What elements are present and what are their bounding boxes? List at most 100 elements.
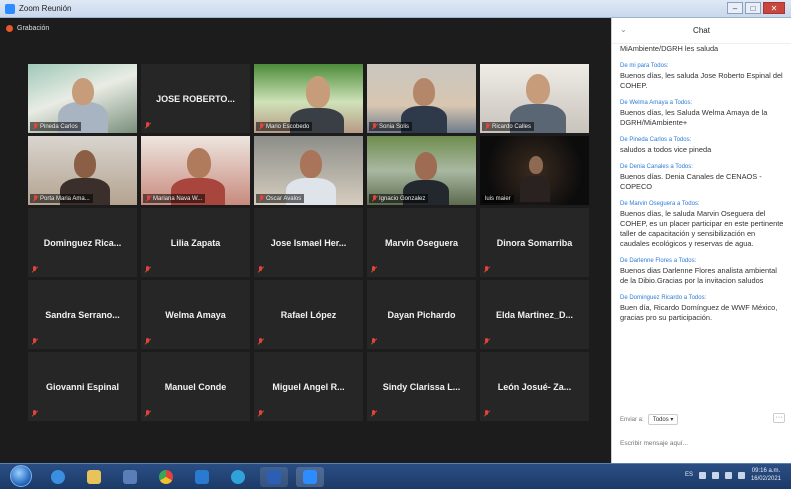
participant-tile[interactable]: Rafael López bbox=[254, 280, 363, 349]
close-button[interactable]: ✕ bbox=[763, 2, 785, 14]
muted-mic-icon bbox=[146, 195, 151, 202]
start-orb[interactable] bbox=[10, 465, 32, 487]
chat-message-input[interactable] bbox=[620, 430, 785, 456]
participant-tile[interactable]: Sonia Solis bbox=[367, 64, 476, 133]
muted-mic-icon bbox=[371, 410, 376, 417]
message-text: Buenos dias Darlenne Flores analista amb… bbox=[620, 266, 777, 285]
message-text: Buenos días, le saluda Marvin Oseguera d… bbox=[620, 209, 784, 248]
edge-icon[interactable] bbox=[224, 467, 252, 487]
message-sender[interactable]: De Denia Canales a Todos: bbox=[620, 162, 785, 172]
muted-mic-icon bbox=[259, 123, 264, 130]
muted-mic-icon bbox=[484, 410, 489, 417]
message-sender[interactable]: De Pineda Carlos a Todos: bbox=[620, 135, 785, 145]
chat-message: De Denia Canales a Todos: Buenos días. D… bbox=[620, 162, 785, 192]
message-sender[interactable]: De Dominguez Ricardo a Todos: bbox=[620, 293, 785, 303]
more-options-button[interactable]: ··· bbox=[773, 413, 785, 423]
participant-tile[interactable]: Pineda Carlos bbox=[28, 64, 137, 133]
message-sender[interactable]: De Marvin Oseguera a Todos: bbox=[620, 199, 785, 209]
recording-indicator[interactable]: Grabación bbox=[6, 25, 49, 32]
muted-mic-icon bbox=[485, 123, 490, 130]
participant-tile[interactable]: Sandra Serrano... bbox=[28, 280, 137, 349]
chevron-down-icon[interactable]: ⌄ bbox=[620, 25, 627, 34]
message-sender[interactable]: De mi para Todos: bbox=[620, 61, 785, 71]
maximize-button[interactable]: □ bbox=[745, 2, 761, 14]
participant-tile[interactable]: Mariana Nava W... bbox=[141, 136, 250, 205]
participant-tile[interactable]: Welma Amaya bbox=[141, 280, 250, 349]
participant-name: Giovanni Espinal bbox=[45, 381, 119, 392]
participant-nameplate: Ignacio Gonzalez bbox=[369, 194, 429, 203]
participant-name: León Josué- Za... bbox=[497, 381, 572, 392]
media-player-icon[interactable] bbox=[116, 467, 144, 487]
participant-tile[interactable]: Ricardo Calles bbox=[480, 64, 589, 133]
participant-name: Sindy Clarissa L... bbox=[382, 381, 461, 392]
participant-tile[interactable]: Porta Maria Ama... bbox=[28, 136, 137, 205]
participant-tile[interactable]: Oscar Avalos bbox=[254, 136, 363, 205]
title-bar: Zoom Reunión – □ ✕ bbox=[0, 0, 791, 18]
muted-mic-icon bbox=[145, 410, 150, 417]
muted-mic-icon bbox=[484, 338, 489, 345]
word-icon[interactable] bbox=[260, 467, 288, 487]
muted-mic-icon bbox=[145, 122, 150, 129]
participant-tile[interactable]: Sindy Clarissa L... bbox=[367, 352, 476, 421]
muted-mic-icon bbox=[145, 338, 150, 345]
participant-tile[interactable]: Giovanni Espinal bbox=[28, 352, 137, 421]
show-hidden-icons-icon[interactable] bbox=[698, 471, 706, 479]
participant-tile[interactable]: Dominguez Rica... bbox=[28, 208, 137, 277]
outlook-icon[interactable] bbox=[188, 467, 216, 487]
chrome-icon[interactable] bbox=[152, 467, 180, 487]
muted-mic-icon bbox=[258, 266, 263, 273]
internet-explorer-icon[interactable] bbox=[44, 467, 72, 487]
windows-taskbar: ES 09:16 a.m. 16/02/2021 bbox=[0, 463, 791, 489]
participant-tile[interactable]: Miguel Angel R... bbox=[254, 352, 363, 421]
chat-message: De Pineda Carlos a Todos: saludos a todo… bbox=[620, 135, 785, 155]
participant-tile[interactable]: Elda Martinez_D... bbox=[480, 280, 589, 349]
participant-name: Manuel Conde bbox=[164, 381, 227, 392]
send-to-dropdown[interactable]: Todos ▾ bbox=[647, 414, 679, 425]
clock[interactable]: 09:16 a.m. 16/02/2021 bbox=[751, 467, 781, 483]
participant-name: Jose Ismael Her... bbox=[270, 237, 347, 248]
message-sender[interactable]: De Darlenne Flores a Todos: bbox=[620, 256, 785, 266]
participant-tile[interactable]: Dinora Somarriba bbox=[480, 208, 589, 277]
minimize-button[interactable]: – bbox=[727, 2, 743, 14]
send-to-label: Enviar a: bbox=[620, 416, 644, 423]
chat-message: De mi para Todos: Buenos días, les salud… bbox=[620, 61, 785, 91]
participant-name: Dayan Pichardo bbox=[387, 309, 456, 320]
muted-mic-icon bbox=[32, 410, 37, 417]
zoom-icon[interactable] bbox=[296, 467, 324, 487]
muted-mic-icon bbox=[371, 338, 376, 345]
network-icon[interactable] bbox=[724, 471, 732, 479]
volume-icon[interactable] bbox=[737, 471, 745, 479]
clock-date: 16/02/2021 bbox=[750, 476, 781, 482]
participant-tile[interactable]: Dayan Pichardo bbox=[367, 280, 476, 349]
message-text: Buenos días, les Saluda Welma Amaya de l… bbox=[620, 108, 768, 127]
recording-icon bbox=[6, 25, 13, 32]
participant-tile[interactable]: Lilia Zapata bbox=[141, 208, 250, 277]
participant-tile[interactable]: Marvin Oseguera bbox=[367, 208, 476, 277]
active-speaker-tile[interactable]: Mario Escobedo bbox=[254, 64, 363, 133]
participant-tile[interactable]: luis maier bbox=[480, 136, 589, 205]
zoom-window: Zoom Reunión – □ ✕ Grabación Pineda Carl… bbox=[0, 0, 791, 489]
message-sender[interactable]: De Welma Amaya a Todos: bbox=[620, 98, 785, 108]
muted-mic-icon bbox=[32, 338, 37, 345]
language-indicator[interactable]: ES bbox=[685, 472, 693, 478]
muted-mic-icon bbox=[145, 266, 150, 273]
participant-tile[interactable]: Manuel Conde bbox=[141, 352, 250, 421]
muted-mic-icon bbox=[33, 123, 38, 130]
participant-name: Welma Amaya bbox=[165, 309, 226, 320]
message-text: MiAmbiente/DGRH les saluda bbox=[620, 44, 719, 53]
participant-nameplate: Mariana Nava W... bbox=[143, 194, 206, 203]
gallery-view: Grabación Pineda Carlos JOSE ROBERTO... … bbox=[0, 18, 611, 463]
message-text: saludos a todos vice pineda bbox=[620, 145, 712, 154]
file-explorer-icon[interactable] bbox=[80, 467, 108, 487]
participant-tile[interactable]: Jose Ismael Her... bbox=[254, 208, 363, 277]
zoom-app-icon bbox=[5, 3, 15, 14]
flag-icon[interactable] bbox=[711, 471, 719, 479]
system-tray: ES 09:16 a.m. 16/02/2021 bbox=[685, 467, 781, 483]
message-text: Buen día, Ricardo Domínguez de WWF Méxic… bbox=[620, 303, 778, 322]
participant-tile[interactable]: JOSE ROBERTO... bbox=[141, 64, 250, 133]
participant-nameplate: Pineda Carlos bbox=[30, 122, 81, 131]
participant-name: Elda Martinez_D... bbox=[495, 309, 574, 320]
participant-tile[interactable]: León Josué- Za... bbox=[480, 352, 589, 421]
participant-name: Marvin Oseguera bbox=[384, 237, 459, 248]
participant-tile[interactable]: Ignacio Gonzalez bbox=[367, 136, 476, 205]
